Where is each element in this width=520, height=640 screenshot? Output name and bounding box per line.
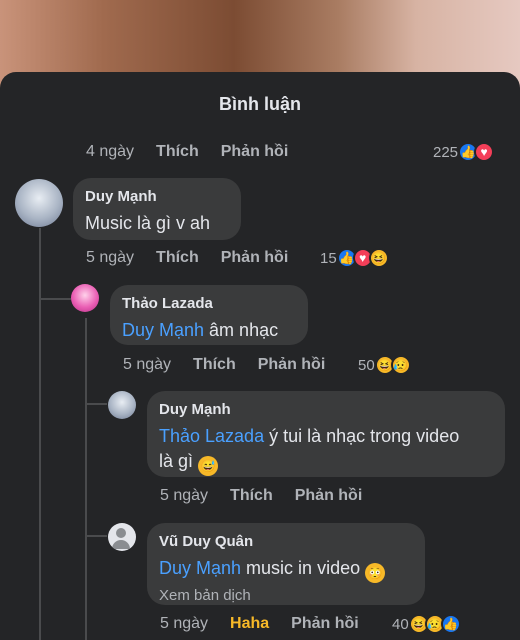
sheet-title: Bình luận <box>219 94 301 114</box>
comment-text: âm nhạc <box>204 320 279 340</box>
comment-time: 4 ngày <box>86 143 135 160</box>
reaction-count: 225 <box>433 143 459 161</box>
comment-author[interactable]: Thảo Lazada <box>122 295 296 312</box>
avatar-duy-manh[interactable] <box>108 391 136 419</box>
reply-bubble: Vũ Duy Quân Duy Mạnh music in video 😳 Xe… <box>147 523 425 605</box>
comment-text: ý tui là nhạc trong video <box>264 426 460 446</box>
comment-author[interactable]: Duy Mạnh <box>85 188 229 205</box>
comment-author[interactable]: Duy Mạnh <box>159 401 493 418</box>
thread-branch <box>85 403 107 405</box>
comment-author[interactable]: Vũ Duy Quân <box>159 533 413 550</box>
thread-branch <box>85 535 107 537</box>
like-button[interactable]: Thích <box>230 487 273 505</box>
like-button[interactable]: Thích <box>156 249 199 267</box>
sweat-smile-face-icon: 😅 <box>198 456 219 476</box>
comment-text-line2: là gì <box>159 451 194 471</box>
comment-actions: 5 ngày Thích Phản hồi <box>86 249 310 267</box>
reply-bubble: Duy Mạnh Thảo Lazada ý tui là nhạc trong… <box>147 391 505 477</box>
reaction-summary[interactable]: 225 👍 ♥ <box>433 142 495 162</box>
haha-reaction-button[interactable]: Haha <box>230 615 269 633</box>
shocked-face-icon: 😳 <box>365 563 386 583</box>
default-avatar-icon <box>116 528 126 538</box>
reply-button[interactable]: Phản hồi <box>258 356 326 374</box>
thread-branch <box>39 298 71 300</box>
mention-link[interactable]: Thảo Lazada <box>159 426 264 446</box>
comment-bubble: Duy Mạnh Music là gì v ah <box>73 178 241 240</box>
comment-actions: 5 ngày Thích Phản hồi <box>160 487 384 505</box>
comment-time: 5 ngày <box>86 249 135 266</box>
laughing-face-icon: 😆 <box>368 248 389 268</box>
like-button[interactable]: Thích <box>156 143 199 161</box>
reply-bubble: Thảo Lazada Duy Mạnh âm nhạc <box>110 285 308 345</box>
top-action-row: 4 ngày Thích Phản hồi <box>86 143 310 161</box>
comment-time: 5 ngày <box>160 615 209 632</box>
reply-button[interactable]: Phản hồi <box>291 615 359 633</box>
avatar-duy-manh[interactable] <box>15 179 63 227</box>
comment-actions: 5 ngày Thích Phản hồi <box>123 356 347 374</box>
reaction-summary[interactable]: 40 😆 😥 👍 <box>392 614 461 634</box>
reaction-count: 40 <box>392 615 409 633</box>
comment-text: music in video <box>241 558 361 578</box>
thread-line <box>39 228 41 640</box>
comment-actions: 5 ngày Haha Phản hồi <box>160 615 381 633</box>
translate-link[interactable]: Xem bản dịch <box>159 587 413 604</box>
comment-text: Music là gì v ah <box>85 213 211 233</box>
like-reaction-icon: 👍 <box>440 614 461 634</box>
reaction-count: 15 <box>320 249 337 267</box>
avatar-thao-lazada[interactable] <box>71 284 99 312</box>
reaction-summary[interactable]: 15 👍 ♥ 😆 <box>320 248 389 268</box>
mention-link[interactable]: Duy Mạnh <box>122 320 204 340</box>
love-reaction-icon: ♥ <box>474 142 495 162</box>
comment-time: 5 ngày <box>123 356 172 373</box>
reaction-count: 50 <box>358 356 375 374</box>
reaction-summary[interactable]: 50 😆 😥 <box>358 355 411 375</box>
reply-button[interactable]: Phản hồi <box>221 143 289 161</box>
comment-time: 5 ngày <box>160 487 209 504</box>
avatar-vu-duy-quan[interactable] <box>108 523 136 551</box>
reply-button[interactable]: Phản hồi <box>295 487 363 505</box>
like-button[interactable]: Thích <box>193 356 236 374</box>
reply-button[interactable]: Phản hồi <box>221 249 289 267</box>
thread-line <box>85 318 87 640</box>
mention-link[interactable]: Duy Mạnh <box>159 558 241 578</box>
sad-face-icon: 😥 <box>390 355 411 375</box>
